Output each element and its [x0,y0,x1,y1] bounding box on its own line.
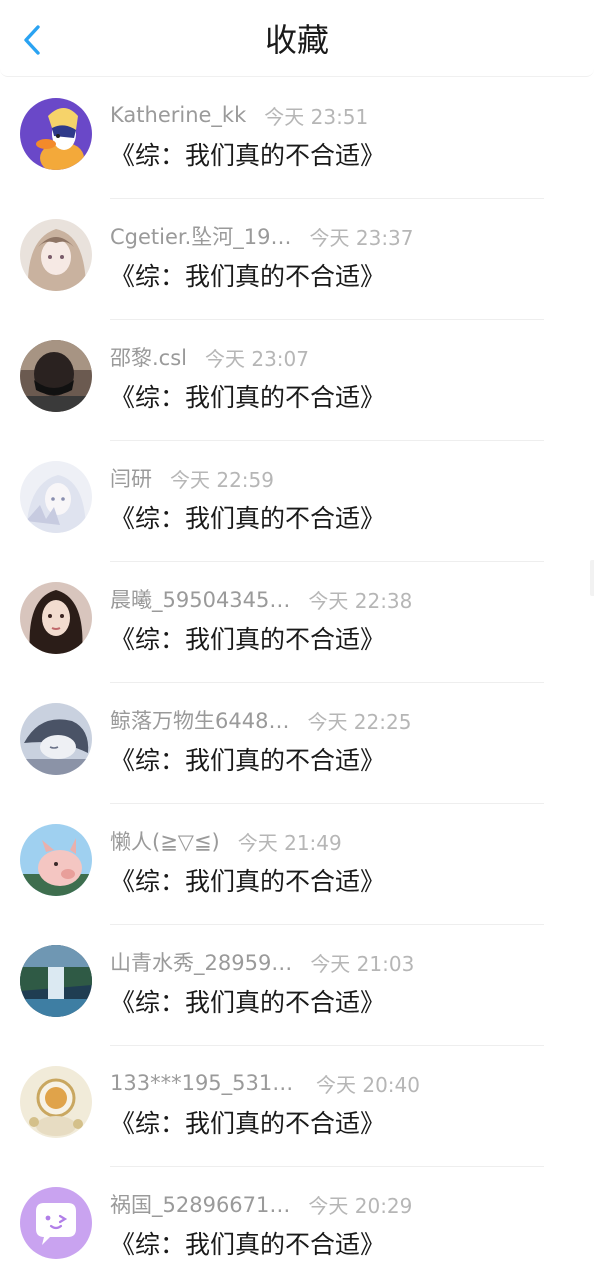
list-item[interactable]: 133***195_5310… 今天 20:40 《综：我们真的不合适》 [0,1046,594,1167]
girl-portrait-avatar[interactable] [20,582,92,654]
user-name[interactable]: 晨曦_59504345… [110,584,290,614]
favorite-time: 今天 23:37 [309,225,414,250]
favorite-title[interactable]: 《综：我们真的不合适》 [110,499,385,539]
favorite-title[interactable]: 《综：我们真的不合适》 [110,620,385,660]
favorite-time: 今天 20:40 [316,1072,420,1097]
favorite-title[interactable]: 《综：我们真的不合适》 [110,741,385,781]
anime-girl-avatar[interactable] [20,219,92,291]
user-name[interactable]: Katherine_kk [110,103,246,127]
favorite-time: 今天 22:38 [308,588,413,613]
duck-avatar[interactable] [20,98,92,170]
user-name[interactable]: 邵黎.csl [110,342,187,372]
person-mask-avatar[interactable] [20,340,92,412]
edge-handle[interactable] [590,560,594,596]
chat-bubble-avatar[interactable] [20,1187,92,1259]
favorite-title[interactable]: 《综：我们真的不合适》 [110,136,385,176]
favorite-title[interactable]: 《综：我们真的不合适》 [110,257,385,297]
list-item[interactable]: 晨曦_59504345… 今天 22:38 《综：我们真的不合适》 [0,562,594,683]
favorite-time: 今天 20:29 [308,1193,413,1218]
page-title: 收藏 [264,21,329,59]
anime-sleeping-avatar[interactable] [20,703,92,775]
waterfall-avatar[interactable] [20,945,92,1017]
favorite-time: 今天 22:59 [170,467,274,492]
user-name[interactable]: 闫研 [110,463,152,493]
user-name[interactable]: 鲸落万物生6448… [110,705,289,735]
user-name[interactable]: 懒人(≧▽≦) [110,826,220,856]
list-item[interactable]: 邵黎.csl 今天 23:07 《综：我们真的不合适》 [0,320,594,441]
astronaut-avatar[interactable] [20,1066,92,1138]
list-item[interactable]: 懒人(≧▽≦) 今天 21:49 《综：我们真的不合适》 [0,804,594,925]
favorite-time: 今天 23:51 [264,104,369,129]
favorite-title[interactable]: 《综：我们真的不合适》 [110,862,385,902]
list-item[interactable]: 闫研 今天 22:59 《综：我们真的不合适》 [0,441,594,562]
user-name[interactable]: 133***195_5310… [110,1071,298,1095]
list-item[interactable]: 鲸落万物生6448… 今天 22:25 《综：我们真的不合适》 [0,683,594,804]
user-name[interactable]: 祸国_52896671… [110,1189,290,1219]
favorite-time: 今天 23:07 [205,346,309,371]
favorite-title[interactable]: 《综：我们真的不合适》 [110,378,385,418]
favorites-list: Katherine_kk 今天 23:51 《综：我们真的不合适》 Cgetie… [0,78,594,1288]
favorite-title[interactable]: 《综：我们真的不合适》 [110,1104,385,1144]
list-item[interactable]: Cgetier.坠河_19… 今天 23:37 《综：我们真的不合适》 [0,199,594,320]
list-item[interactable]: 山青水秀_28959… 今天 21:03 《综：我们真的不合适》 [0,925,594,1046]
user-name[interactable]: Cgetier.坠河_19… [110,221,292,251]
list-item[interactable]: Katherine_kk 今天 23:51 《综：我们真的不合适》 [0,78,594,199]
favorite-time: 今天 21:49 [237,830,342,855]
favorite-time: 今天 21:03 [310,951,415,976]
top-bar: 收藏 [0,0,594,77]
list-item[interactable]: 祸国_52896671… 今天 20:29 《综：我们真的不合适》 [0,1167,594,1288]
favorite-time: 今天 22:25 [307,709,412,734]
pig-avatar[interactable] [20,824,92,896]
anime-white-avatar[interactable] [20,461,92,533]
user-name[interactable]: 山青水秀_28959… [110,947,292,977]
favorite-title[interactable]: 《综：我们真的不合适》 [110,1225,385,1265]
favorite-title[interactable]: 《综：我们真的不合适》 [110,983,385,1023]
